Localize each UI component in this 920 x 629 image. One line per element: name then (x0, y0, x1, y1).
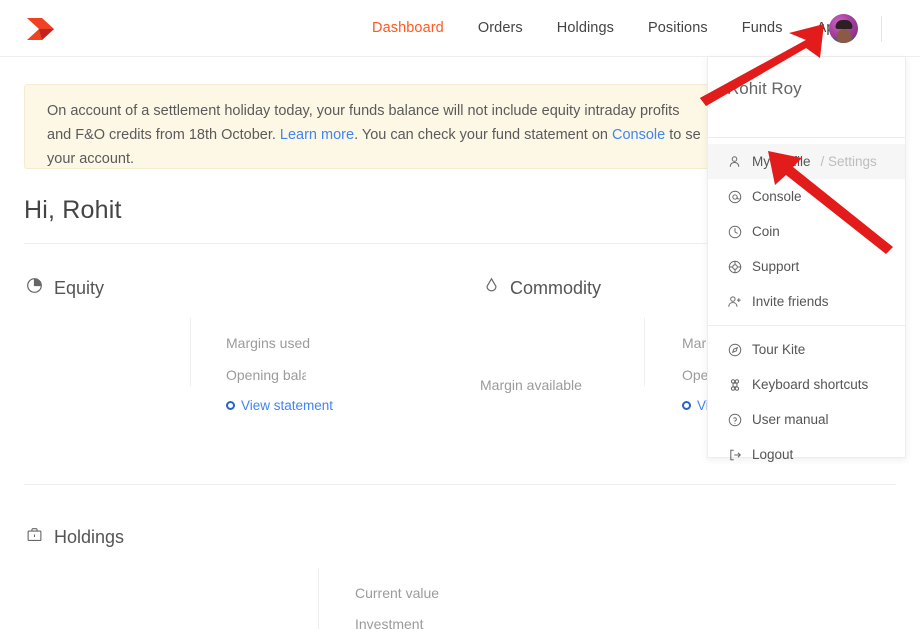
nav-item-holdings[interactable]: Holdings (540, 0, 631, 57)
holdings-section-title: Holdings (26, 526, 124, 548)
at-circle-icon (727, 189, 742, 204)
circle-bullet-icon (226, 401, 235, 410)
dropdown-item-console-label: Console (752, 189, 802, 204)
droplet-icon (484, 277, 499, 299)
dropdown-item-my-profile-label: My profile (752, 154, 811, 169)
dropdown-item-support-label: Support (752, 259, 800, 274)
dropdown-group-account: My profile / Settings Console Coin Suppo… (708, 138, 905, 325)
nav-item-orders[interactable]: Orders (461, 0, 540, 57)
commodity-section-title: Commodity (484, 277, 601, 299)
dropdown-item-keyboard-shortcuts[interactable]: Keyboard shortcuts (708, 367, 905, 402)
equity-opening-balance-label: Opening balance (226, 367, 306, 383)
banner-text-part-2: and F&O credits from 18th October. (47, 127, 280, 143)
banner-text-part-5: your account. (47, 151, 135, 167)
user-avatar[interactable] (829, 14, 858, 43)
nav-item-positions[interactable]: Positions (631, 0, 725, 57)
kite-logo[interactable] (24, 14, 58, 44)
question-circle-icon (727, 412, 742, 427)
dropdown-item-user-manual-label: User manual (752, 412, 829, 427)
commodity-opening-balance-label: Ope (682, 367, 709, 383)
commodity-margins-used-label: Mar (682, 335, 707, 351)
dropdown-item-tour-kite-label: Tour Kite (752, 342, 806, 357)
dropdown-item-tour-kite[interactable]: Tour Kite (708, 332, 905, 367)
nav-item-dashboard[interactable]: Dashboard (355, 0, 461, 57)
dropdown-item-user-manual[interactable]: User manual (708, 402, 905, 437)
compass-icon (727, 342, 742, 357)
commodity-title-label: Commodity (510, 277, 602, 298)
dropdown-item-keyboard-shortcuts-label: Keyboard shortcuts (752, 377, 869, 392)
divider-bottom (24, 484, 896, 485)
dropdown-item-my-profile[interactable]: My profile / Settings (708, 144, 905, 179)
dropdown-item-console[interactable]: Console (708, 179, 905, 214)
commodity-view-statement-link[interactable]: Vi (682, 398, 709, 413)
person-add-icon (727, 294, 742, 309)
holdings-title-label: Holdings (54, 526, 125, 547)
nav-divider (881, 15, 883, 42)
avatar-hair (835, 20, 852, 30)
banner-text-part-3: . You can check your fund statement on (354, 127, 613, 143)
circle-bullet-icon (682, 401, 691, 410)
coin-circle-icon (727, 224, 742, 239)
equity-margins-used-label: Margins used (226, 335, 311, 351)
person-icon (727, 154, 742, 169)
console-link[interactable]: Console (612, 127, 665, 143)
dropdown-user-header: Rohit Roy (708, 57, 905, 137)
equity-title-label: Equity (54, 277, 105, 298)
equity-margin-available-label: Margin available (480, 377, 582, 393)
support-circle-icon (727, 259, 742, 274)
pie-chart-icon (26, 277, 43, 299)
avatar-face (836, 29, 851, 43)
main-nav: Dashboard Orders Holdings Positions Fund… (355, 0, 890, 57)
dropdown-item-invite-friends-label: Invite friends (752, 294, 829, 309)
dropdown-item-logout[interactable]: Logout (708, 437, 905, 472)
dropdown-item-coin[interactable]: Coin (708, 214, 905, 249)
learn-more-link[interactable]: Learn more (280, 127, 354, 143)
dropdown-item-support[interactable]: Support (708, 249, 905, 284)
dropdown-item-logout-label: Logout (752, 447, 794, 462)
holdings-current-value-label: Current value (355, 585, 440, 601)
banner-text-part-4: to se (665, 127, 701, 143)
equity-col-divider-2 (644, 318, 645, 386)
dropdown-user-name: Rohit Roy (727, 79, 802, 98)
logout-icon (727, 447, 742, 462)
equity-view-statement-label: View statement (241, 398, 334, 413)
briefcase-icon (26, 526, 43, 548)
holdings-investment-label: Investment (355, 616, 424, 629)
command-key-icon (727, 377, 742, 392)
dropdown-item-invite-friends[interactable]: Invite friends (708, 284, 905, 319)
dropdown-item-coin-label: Coin (752, 224, 780, 239)
holdings-col-divider (318, 568, 319, 629)
page-title: Hi, Rohit (24, 196, 122, 224)
app-root: Dashboard Orders Holdings Positions Fund… (0, 0, 920, 629)
dropdown-item-settings-label[interactable]: / Settings (821, 154, 877, 169)
top-navbar: Dashboard Orders Holdings Positions Fund… (0, 0, 920, 57)
nav-item-funds[interactable]: Funds (725, 0, 800, 57)
equity-section-title: Equity (26, 277, 104, 299)
dropdown-group-help: Tour Kite Keyboard shortcuts User manual… (708, 326, 905, 478)
profile-dropdown-menu: Rohit Roy My profile / Settings Console … (707, 57, 906, 462)
equity-col-divider-1 (190, 318, 191, 386)
banner-text-part-1: On account of a settlement holiday today… (47, 103, 680, 119)
equity-view-statement-link[interactable]: View statement (226, 398, 333, 413)
